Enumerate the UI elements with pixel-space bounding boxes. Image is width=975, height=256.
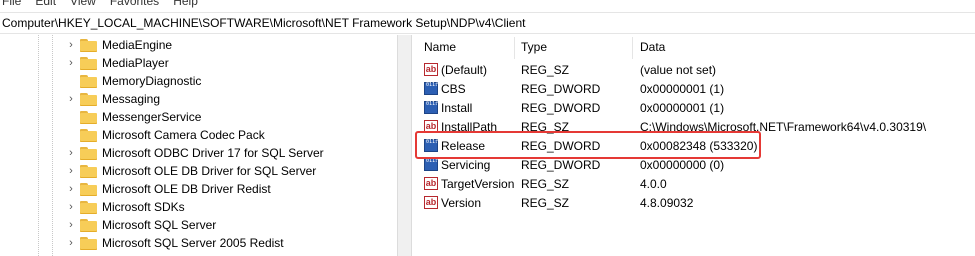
tree-item-label: Microsoft OLE DB Driver for SQL Server	[102, 164, 317, 178]
tree-item[interactable]: › Microsoft ODBC Driver 17 for SQL Serve…	[64, 144, 324, 162]
tree-item[interactable]: › Microsoft OLE DB Driver Redist	[64, 180, 271, 198]
column-divider[interactable]	[514, 37, 515, 59]
chevron-right-icon[interactable]: ›	[64, 36, 78, 54]
value-name: (Default)	[441, 62, 488, 77]
dword-value-icon	[424, 158, 439, 171]
dword-value-icon	[424, 82, 439, 95]
value-type: REG_SZ	[521, 195, 570, 210]
value-name: TargetVersion	[441, 176, 515, 191]
chevron-right-icon[interactable]: ›	[64, 216, 78, 234]
menu-bar: File Edit View Favorites Help	[0, 0, 975, 8]
value-data: 0x00000001 (1)	[640, 100, 725, 115]
folder-icon	[80, 74, 97, 88]
tree-item-label: MediaPlayer	[102, 56, 169, 70]
value-name: CBS	[441, 81, 466, 96]
folder-icon	[80, 164, 97, 178]
tree-item-label: Microsoft ODBC Driver 17 for SQL Server	[102, 146, 324, 160]
tree-item[interactable]: MessengerService	[64, 108, 201, 126]
tree-item[interactable]: › MediaPlayer	[64, 54, 169, 72]
menu-edit[interactable]: Edit	[35, 0, 56, 8]
value-name: Install	[441, 100, 473, 115]
tree-item[interactable]: MemoryDiagnostic	[64, 72, 201, 90]
column-header-type[interactable]: Type	[521, 40, 547, 54]
tree-item[interactable]: › Microsoft SQL Server	[64, 216, 216, 234]
menu-view[interactable]: View	[70, 0, 96, 8]
string-value-icon: ab	[424, 196, 438, 209]
tree-item[interactable]: › Microsoft SQL Server 2005 Redist	[64, 234, 284, 252]
value-row[interactable]: Install REG_DWORD 0x00000001 (1)	[418, 98, 975, 117]
address-path: Computer\HKEY_LOCAL_MACHINE\SOFTWARE\Mic…	[2, 16, 526, 30]
column-header-data[interactable]: Data	[640, 40, 665, 54]
value-type: REG_SZ	[521, 62, 570, 77]
column-header-name[interactable]: Name	[424, 40, 456, 54]
tree-item-label: MediaEngine	[102, 38, 173, 52]
value-type: REG_SZ	[521, 176, 570, 191]
tree-item-label: Microsoft SQL Server 2005 Redist	[102, 236, 284, 250]
value-data: (value not set)	[640, 62, 717, 77]
chevron-right-icon[interactable]: ›	[64, 144, 78, 162]
pane-splitter[interactable]	[397, 35, 412, 256]
value-type: REG_DWORD	[521, 100, 601, 115]
string-value-icon: ab	[424, 63, 438, 76]
chevron-right-icon[interactable]: ›	[64, 54, 78, 72]
tree-item-label: Microsoft SQL Server	[102, 218, 217, 232]
tree-item-label: Microsoft Camera Codec Pack	[102, 128, 265, 142]
column-divider[interactable]	[632, 37, 633, 59]
value-row[interactable]: CBS REG_DWORD 0x00000001 (1)	[418, 79, 975, 98]
folder-icon	[80, 182, 97, 196]
folder-icon	[80, 110, 97, 124]
value-row[interactable]: ab Version REG_SZ 4.8.09032	[418, 193, 975, 212]
tree-item[interactable]: › Microsoft OLE DB Driver for SQL Server	[64, 162, 316, 180]
folder-icon	[80, 236, 97, 250]
folder-icon	[80, 56, 97, 70]
tree-item-label: Microsoft SDKs	[102, 200, 185, 214]
value-data: 4.0.0	[640, 176, 667, 191]
chevron-right-icon[interactable]: ›	[64, 198, 78, 216]
value-row[interactable]: ab (Default) REG_SZ (value not set)	[418, 60, 975, 79]
value-data: 0x00000001 (1)	[640, 81, 725, 96]
value-name: Version	[441, 195, 482, 210]
string-value-icon: ab	[424, 177, 438, 190]
folder-icon	[80, 218, 97, 232]
dword-value-icon	[424, 101, 439, 114]
value-data: 4.8.09032	[640, 195, 694, 210]
address-bar[interactable]: Computer\HKEY_LOCAL_MACHINE\SOFTWARE\Mic…	[0, 12, 975, 34]
tree-item-label: Messaging	[102, 92, 161, 106]
menu-favorites[interactable]: Favorites	[110, 0, 159, 8]
menu-file[interactable]: File	[2, 0, 21, 8]
value-row[interactable]: ab TargetVersion REG_SZ 4.0.0	[418, 174, 975, 193]
value-name: Servicing	[441, 157, 491, 172]
folder-icon	[80, 38, 97, 52]
folder-icon	[80, 92, 97, 106]
menu-help[interactable]: Help	[173, 0, 198, 8]
tree-guide-line	[38, 35, 39, 256]
folder-icon	[80, 200, 97, 214]
release-highlight-box	[415, 131, 761, 159]
tree-item-label: Microsoft OLE DB Driver Redist	[102, 182, 271, 196]
chevron-right-icon[interactable]: ›	[64, 90, 78, 108]
chevron-right-icon[interactable]: ›	[64, 162, 78, 180]
tree-item[interactable]: › Microsoft SDKs	[64, 198, 185, 216]
tree-guide-line	[52, 35, 53, 256]
chevron-right-icon[interactable]: ›	[64, 180, 78, 198]
value-type: REG_DWORD	[521, 81, 601, 96]
tree-item-label: MessengerService	[102, 110, 202, 124]
folder-icon	[80, 146, 97, 160]
registry-tree: › MediaEngine › MediaPlayer MemoryDiagno…	[0, 35, 410, 256]
chevron-right-icon[interactable]: ›	[64, 234, 78, 252]
tree-item[interactable]: Microsoft Camera Codec Pack	[64, 126, 265, 144]
folder-icon	[80, 128, 97, 142]
tree-item[interactable]: › Messaging	[64, 90, 160, 108]
tree-item[interactable]: › MediaEngine	[64, 36, 172, 54]
tree-item-label: MemoryDiagnostic	[102, 74, 202, 88]
